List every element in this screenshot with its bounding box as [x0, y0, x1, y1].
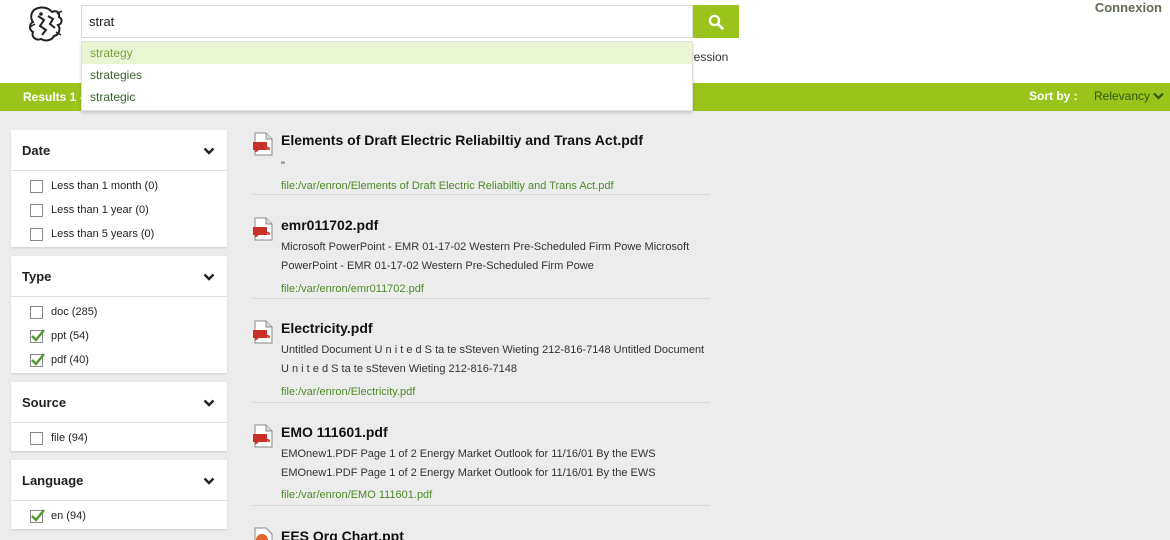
result-title-link[interactable]: EES Org Chart.ppt — [281, 528, 404, 540]
facet-option-label: file (94) — [51, 432, 88, 444]
facet-option-label: ppt (54) — [51, 330, 89, 342]
facet-title: Language — [22, 473, 84, 488]
result-snippet: EMOnew1.PDF Page 1 of 2 Energy Market Ou… — [281, 448, 656, 479]
facet-header[interactable]: Language — [11, 460, 227, 501]
chevron-down-icon — [203, 147, 215, 155]
result-snippet: Untitled Document U n i t e d S ta te sS… — [281, 344, 705, 375]
connexion-link[interactable]: Connexion — [1095, 0, 1162, 15]
checkbox[interactable] — [30, 431, 43, 445]
facet-source: Source file (94) — [11, 382, 227, 451]
suggestion-item[interactable]: strategy — [82, 42, 692, 64]
pdf-icon — [253, 320, 273, 344]
result-path-link[interactable]: file:/var/enron/emr011702.pdf — [281, 283, 424, 295]
facet-title: Source — [22, 395, 67, 410]
checkbox[interactable] — [30, 305, 43, 319]
pdf-icon — [253, 424, 273, 448]
suggestion-item[interactable]: strategies — [82, 64, 692, 86]
result-path-link[interactable]: file:/var/enron/Elements of Draft Electr… — [281, 180, 614, 192]
result-item: EES Org Chart.ppt — [252, 527, 710, 540]
checkbox-checked[interactable] — [30, 508, 45, 523]
facet-option-label: Less than 5 years (0) — [51, 228, 155, 240]
checkbox-checked[interactable] — [30, 328, 45, 343]
sort-dropdown[interactable]: Relevancy — [1094, 89, 1164, 103]
dragon-logo-icon — [29, 6, 63, 42]
facet-type: Type doc (285) ppt (54) pdf (40) — [11, 256, 227, 373]
facet-title: Type — [22, 269, 52, 284]
search-input[interactable] — [82, 6, 692, 37]
chevron-down-icon — [1153, 92, 1164, 100]
checkmark-icon — [31, 508, 45, 522]
results-count: Results 1 - — [23, 90, 84, 104]
result-snippet: " — [281, 160, 285, 172]
search-box — [81, 5, 693, 38]
result-title-link[interactable]: Electricity.pdf — [281, 320, 373, 336]
facet-title: Date — [22, 143, 51, 158]
sort-value: Relevancy — [1094, 89, 1151, 103]
ppt-icon — [254, 527, 273, 540]
suggestion-item[interactable]: strategic — [82, 86, 692, 108]
facet-option[interactable]: doc (285) — [11, 300, 227, 324]
result-path-link[interactable]: file:/var/enron/Electricity.pdf — [281, 386, 415, 398]
checkbox[interactable] — [30, 179, 43, 193]
facet-option[interactable]: file (94) — [11, 426, 227, 450]
pdf-icon — [253, 132, 273, 156]
facet-option[interactable]: Less than 1 year (0) — [11, 198, 227, 222]
chevron-down-icon — [203, 399, 215, 407]
result-snippet: Microsoft PowerPoint - EMR 01-17-02 West… — [281, 241, 690, 272]
checkmark-icon — [31, 352, 45, 366]
facet-language: Language en (94) — [11, 460, 227, 529]
checkbox[interactable] — [30, 227, 43, 241]
logo[interactable] — [26, 4, 66, 44]
autocomplete-dropdown: strategy strategies strategic — [81, 41, 693, 111]
chevron-down-icon — [203, 477, 215, 485]
result-title-link[interactable]: Elements of Draft Electric Reliabiltiy a… — [281, 132, 643, 148]
result-item: Electricity.pdf Untitled Document U n i … — [252, 320, 710, 403]
facet-option-label: en (94) — [51, 510, 86, 522]
checkbox[interactable] — [30, 203, 43, 217]
facet-option[interactable]: pdf (40) — [11, 348, 227, 372]
facet-header[interactable]: Source — [11, 382, 227, 423]
facet-option[interactable]: Less than 1 month (0) — [11, 174, 227, 198]
facet-date: Date Less than 1 month (0) Less than 1 y… — [11, 130, 227, 247]
facet-header[interactable]: Date — [11, 130, 227, 171]
facet-option-label: doc (285) — [51, 306, 98, 318]
checkbox-checked[interactable] — [30, 352, 45, 367]
pdf-icon — [253, 217, 273, 241]
facet-option[interactable]: en (94) — [11, 504, 227, 528]
facet-option-label: pdf (40) — [51, 354, 89, 366]
sort-label: Sort by : — [1029, 89, 1078, 103]
facet-header[interactable]: Type — [11, 256, 227, 297]
checkmark-icon — [31, 328, 45, 342]
facet-option[interactable]: ppt (54) — [11, 324, 227, 348]
chevron-down-icon — [203, 273, 215, 281]
facet-option-label: Less than 1 year (0) — [51, 204, 149, 216]
facet-option[interactable]: Less than 5 years (0) — [11, 222, 227, 246]
search-button[interactable] — [693, 5, 739, 38]
result-title-link[interactable]: emr011702.pdf — [281, 217, 378, 233]
facet-option-label: Less than 1 month (0) — [51, 180, 159, 192]
result-item: EMO 111601.pdf EMOnew1.PDF Page 1 of 2 E… — [252, 424, 710, 506]
result-path-link[interactable]: file:/var/enron/EMO 111601.pdf — [281, 489, 432, 501]
result-item: Elements of Draft Electric Reliabiltiy a… — [252, 132, 710, 195]
result-title-link[interactable]: EMO 111601.pdf — [281, 424, 388, 440]
result-item: emr011702.pdf Microsoft PowerPoint - EMR… — [252, 217, 710, 299]
search-icon — [708, 14, 724, 30]
